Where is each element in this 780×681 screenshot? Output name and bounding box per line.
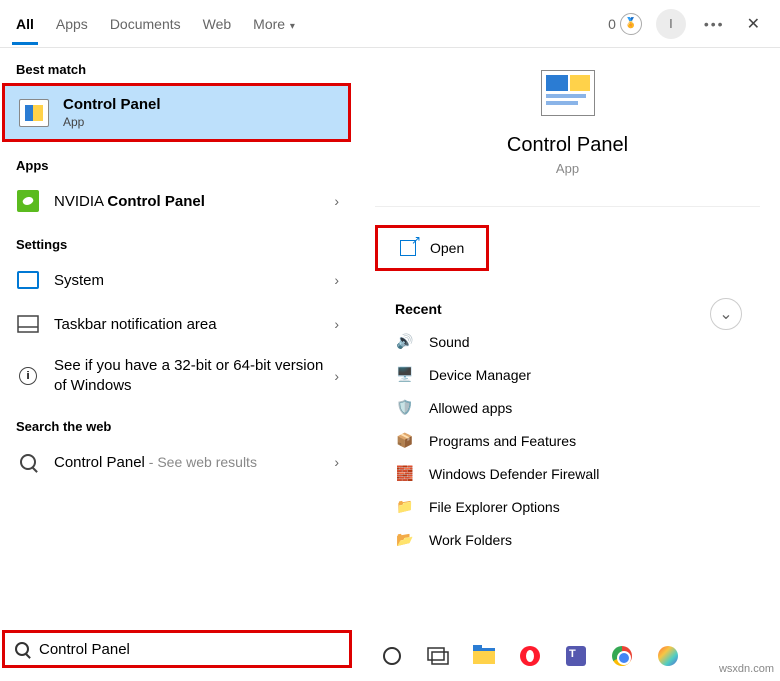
info-icon: i: [16, 364, 40, 388]
file-explorer-icon[interactable]: [472, 644, 496, 668]
chevron-right-icon: ›: [334, 272, 339, 288]
detail-header: Control Panel App: [375, 70, 760, 207]
shield-icon: 🛡️: [395, 399, 415, 416]
monitor-icon: [16, 268, 40, 292]
close-button[interactable]: ✕: [743, 14, 764, 34]
tab-all[interactable]: All: [16, 4, 34, 44]
rewards-points[interactable]: 0 🏅: [608, 13, 642, 35]
chevron-down-icon: ▾: [287, 21, 295, 32]
results-column: Best match Control Panel App Apps NVIDIA…: [0, 48, 355, 633]
setting-text: See if you have a 32-bit or 64-bit versi…: [54, 356, 334, 395]
teams-icon[interactable]: [564, 644, 588, 668]
speaker-icon: 🔊: [395, 333, 415, 350]
chevron-right-icon: ›: [334, 368, 339, 384]
detail-column: Control Panel App Open ⌄ Recent 🔊Sound 🖥…: [355, 48, 780, 633]
medal-icon: 🏅: [620, 13, 642, 35]
recent-firewall[interactable]: 🧱Windows Defender Firewall: [355, 457, 780, 490]
more-options-button[interactable]: •••: [700, 16, 729, 32]
folder-options-icon: 📁: [395, 498, 415, 515]
search-icon: [16, 450, 40, 474]
best-match-item[interactable]: Control Panel App: [5, 86, 348, 139]
header-bar: All Apps Documents Web More ▾ 0 🏅 I ••• …: [0, 0, 780, 48]
search-input[interactable]: [39, 641, 339, 658]
recent-work-folders[interactable]: 📂Work Folders: [355, 523, 780, 556]
work-folders-icon: 📂: [395, 531, 415, 548]
detail-sub: App: [556, 161, 579, 176]
web-result[interactable]: Control Panel - See web results ›: [0, 440, 355, 484]
box-icon: 📦: [395, 432, 415, 449]
setting-text: System: [54, 272, 334, 289]
open-button[interactable]: Open: [375, 225, 489, 271]
cortana-icon[interactable]: [380, 644, 404, 668]
best-match-highlight: Control Panel App: [2, 83, 351, 142]
main-area: Best match Control Panel App Apps NVIDIA…: [0, 48, 780, 633]
chevron-right-icon: ›: [334, 193, 339, 209]
recent-file-explorer-options[interactable]: 📁File Explorer Options: [355, 490, 780, 523]
control-panel-icon: [19, 99, 49, 127]
recent-allowed-apps[interactable]: 🛡️Allowed apps: [355, 391, 780, 424]
best-match-title: Control Panel: [63, 96, 161, 113]
web-result-text: Control Panel - See web results: [54, 454, 334, 471]
open-icon: [400, 240, 416, 256]
setting-text: Taskbar notification area: [54, 316, 334, 333]
tab-apps[interactable]: Apps: [56, 4, 88, 44]
recent-device-manager[interactable]: 🖥️Device Manager: [355, 358, 780, 391]
app-result-nvidia[interactable]: NVIDIA Control Panel ›: [0, 179, 355, 223]
search-web-label: Search the web: [0, 405, 355, 440]
tab-web[interactable]: Web: [203, 4, 232, 44]
apps-label: Apps: [0, 144, 355, 179]
task-view-icon[interactable]: [426, 644, 450, 668]
detail-title: Control Panel: [507, 134, 628, 157]
taskbar-icon: [16, 312, 40, 336]
expand-button[interactable]: ⌄: [710, 298, 742, 330]
open-label: Open: [430, 240, 464, 256]
search-bar[interactable]: [2, 630, 352, 668]
setting-taskbar-notification[interactable]: Taskbar notification area ›: [0, 302, 355, 346]
settings-label: Settings: [0, 223, 355, 258]
nvidia-icon: [16, 189, 40, 213]
firewall-icon: 🧱: [395, 465, 415, 482]
header-right: 0 🏅 I ••• ✕: [608, 9, 764, 39]
setting-system[interactable]: System ›: [0, 258, 355, 302]
search-icon: [15, 642, 29, 656]
device-icon: 🖥️: [395, 366, 415, 383]
best-match-label: Best match: [0, 48, 355, 83]
points-value: 0: [608, 16, 616, 32]
recent-programs-features[interactable]: 📦Programs and Features: [355, 424, 780, 457]
setting-bit-version[interactable]: i See if you have a 32-bit or 64-bit ver…: [0, 346, 355, 405]
paint3d-icon[interactable]: [656, 644, 680, 668]
chevron-right-icon: ›: [334, 454, 339, 470]
chevron-down-icon: ⌄: [719, 304, 732, 324]
filter-tabs: All Apps Documents Web More ▾: [16, 4, 608, 44]
tab-more[interactable]: More ▾: [253, 4, 295, 44]
best-match-sub: App: [63, 115, 161, 129]
tab-documents[interactable]: Documents: [110, 4, 181, 44]
control-panel-icon-large: [541, 70, 595, 116]
user-avatar[interactable]: I: [656, 9, 686, 39]
opera-icon[interactable]: [518, 644, 542, 668]
recent-sound[interactable]: 🔊Sound: [355, 325, 780, 358]
watermark: wsxdn.com: [719, 663, 774, 675]
chevron-right-icon: ›: [334, 316, 339, 332]
taskbar: [380, 644, 680, 668]
app-result-text: NVIDIA Control Panel: [54, 193, 334, 210]
chrome-icon[interactable]: [610, 644, 634, 668]
